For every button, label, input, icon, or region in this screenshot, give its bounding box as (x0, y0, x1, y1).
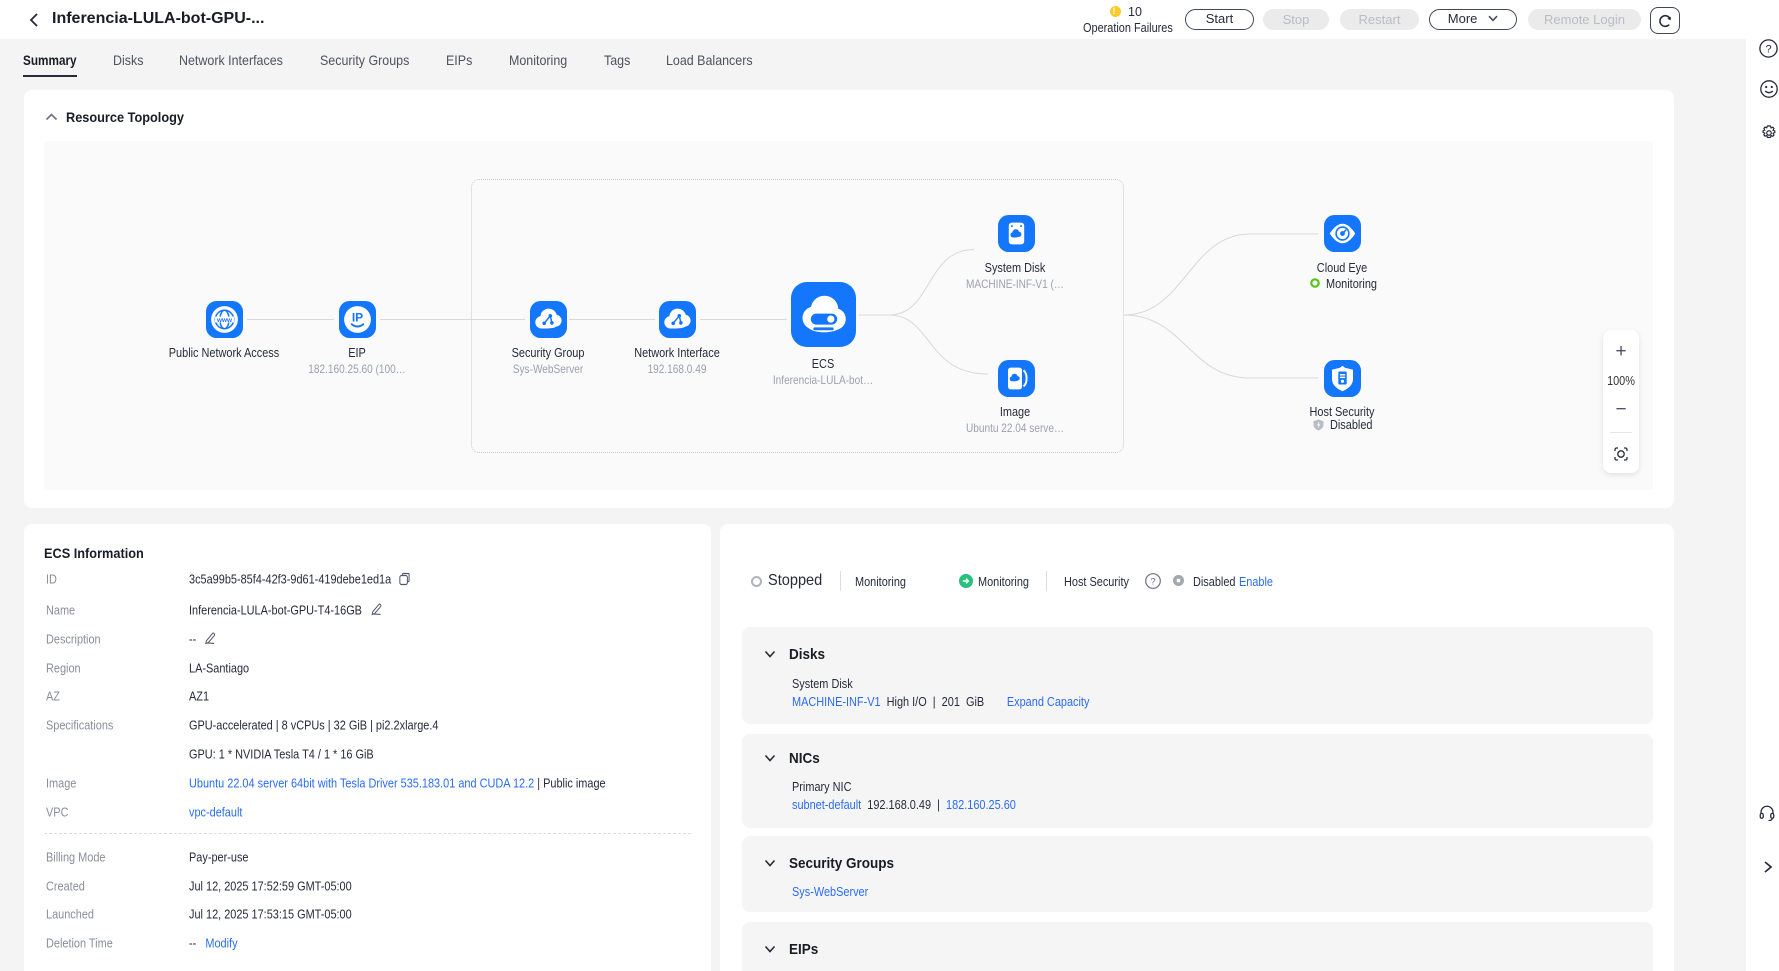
svg-text:IP: IP (352, 311, 363, 325)
svg-text:?: ? (1765, 43, 1771, 55)
svg-text:?: ? (1150, 576, 1155, 587)
svg-text:www: www (216, 317, 232, 324)
